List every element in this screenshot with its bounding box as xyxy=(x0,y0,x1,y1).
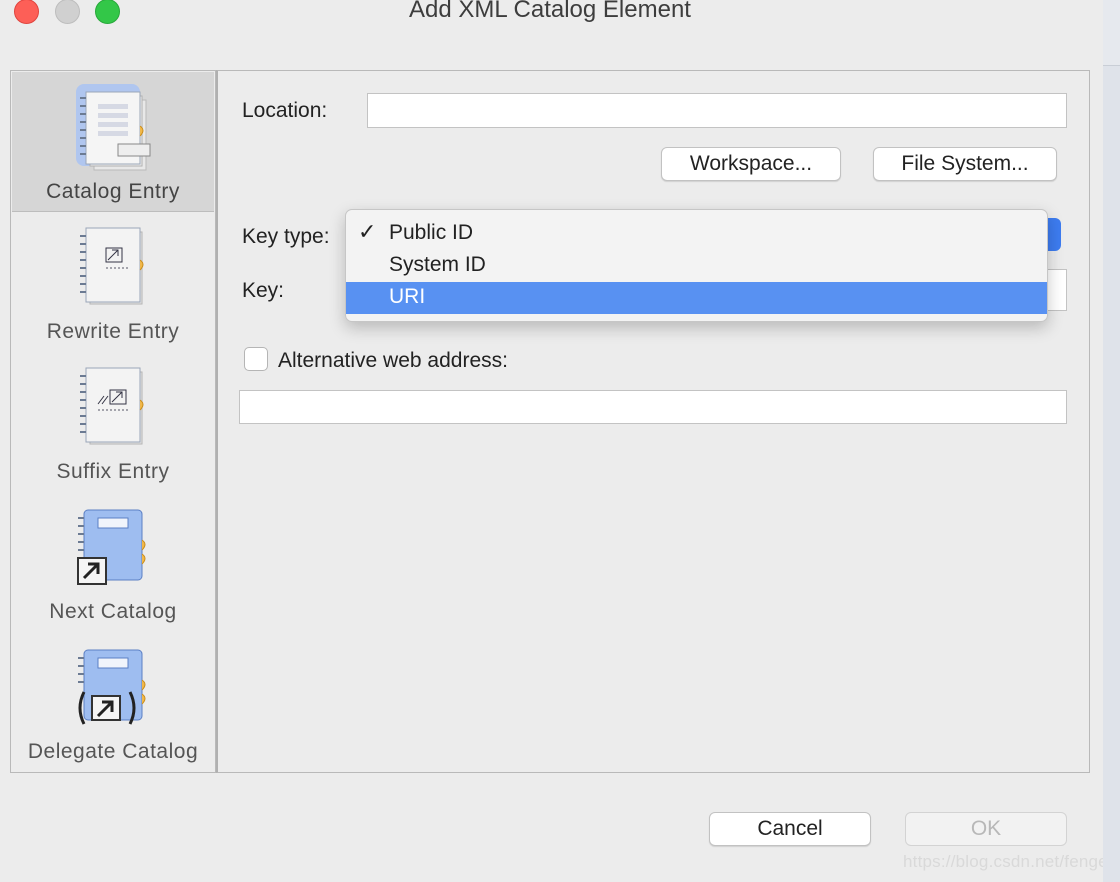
watermark-text: https://blog.csdn.net/fenger_c xyxy=(903,852,1120,871)
ok-button[interactable]: OK xyxy=(905,812,1067,846)
file-system-button[interactable]: File System... xyxy=(873,147,1057,181)
menu-item-system-id[interactable]: System ID xyxy=(346,250,1047,282)
location-label: Location: xyxy=(242,99,328,122)
checkmark-icon: ✓ xyxy=(358,219,377,244)
sidebar-item-suffix-entry[interactable]: Suffix Entry xyxy=(12,352,214,492)
title-bar: Add XML Catalog Element xyxy=(0,0,1103,30)
sidebar-item-label: Suffix Entry xyxy=(56,460,170,483)
dialog-window: Add XML Catalog Element Catalog Entry Re… xyxy=(0,0,1120,882)
sidebar-item-label: Catalog Entry xyxy=(46,180,180,203)
menu-item-public-id[interactable]: ✓ Public ID xyxy=(346,218,1047,250)
window-title: Add XML Catalog Element xyxy=(409,0,691,23)
alternative-web-address-input[interactable] xyxy=(239,390,1067,424)
background-window-edge xyxy=(1103,0,1120,882)
delegate-catalog-icon xyxy=(78,649,146,725)
catalog-entry-icon xyxy=(76,84,151,171)
key-label: Key: xyxy=(242,279,285,302)
next-catalog-icon xyxy=(77,509,146,585)
rewrite-entry-icon xyxy=(80,227,144,305)
workspace-button[interactable]: Workspace... xyxy=(661,147,841,181)
sidebar-item-catalog-entry[interactable]: Catalog Entry xyxy=(12,72,214,212)
menu-item-label: URI xyxy=(389,285,426,308)
alternative-web-address-checkbox[interactable] xyxy=(244,347,268,371)
entry-type-sidebar: Catalog Entry Rewrite Entry Suffix Entry… xyxy=(10,70,216,773)
sidebar-item-label: Next Catalog xyxy=(49,600,177,623)
sidebar-item-next-catalog[interactable]: Next Catalog xyxy=(12,492,214,632)
key-type-dropdown-menu: ✓ Public ID System ID URI xyxy=(345,209,1048,322)
sidebar-item-delegate-catalog[interactable]: Delegate Catalog xyxy=(12,632,214,772)
menu-item-uri[interactable]: URI xyxy=(346,282,1047,314)
location-input[interactable] xyxy=(367,93,1067,128)
sidebar-item-label: Delegate Catalog xyxy=(27,740,199,763)
sidebar-item-label: Rewrite Entry xyxy=(46,320,180,343)
key-type-label: Key type: xyxy=(242,225,330,248)
menu-item-label: Public ID xyxy=(389,221,474,244)
menu-item-label: System ID xyxy=(389,253,486,276)
sidebar-item-rewrite-entry[interactable]: Rewrite Entry xyxy=(12,212,214,352)
background-window-toolbar xyxy=(1103,0,1120,66)
cancel-button[interactable]: Cancel xyxy=(709,812,871,846)
alternative-web-address-label: Alternative web address: xyxy=(278,349,508,372)
suffix-entry-icon xyxy=(80,367,144,445)
